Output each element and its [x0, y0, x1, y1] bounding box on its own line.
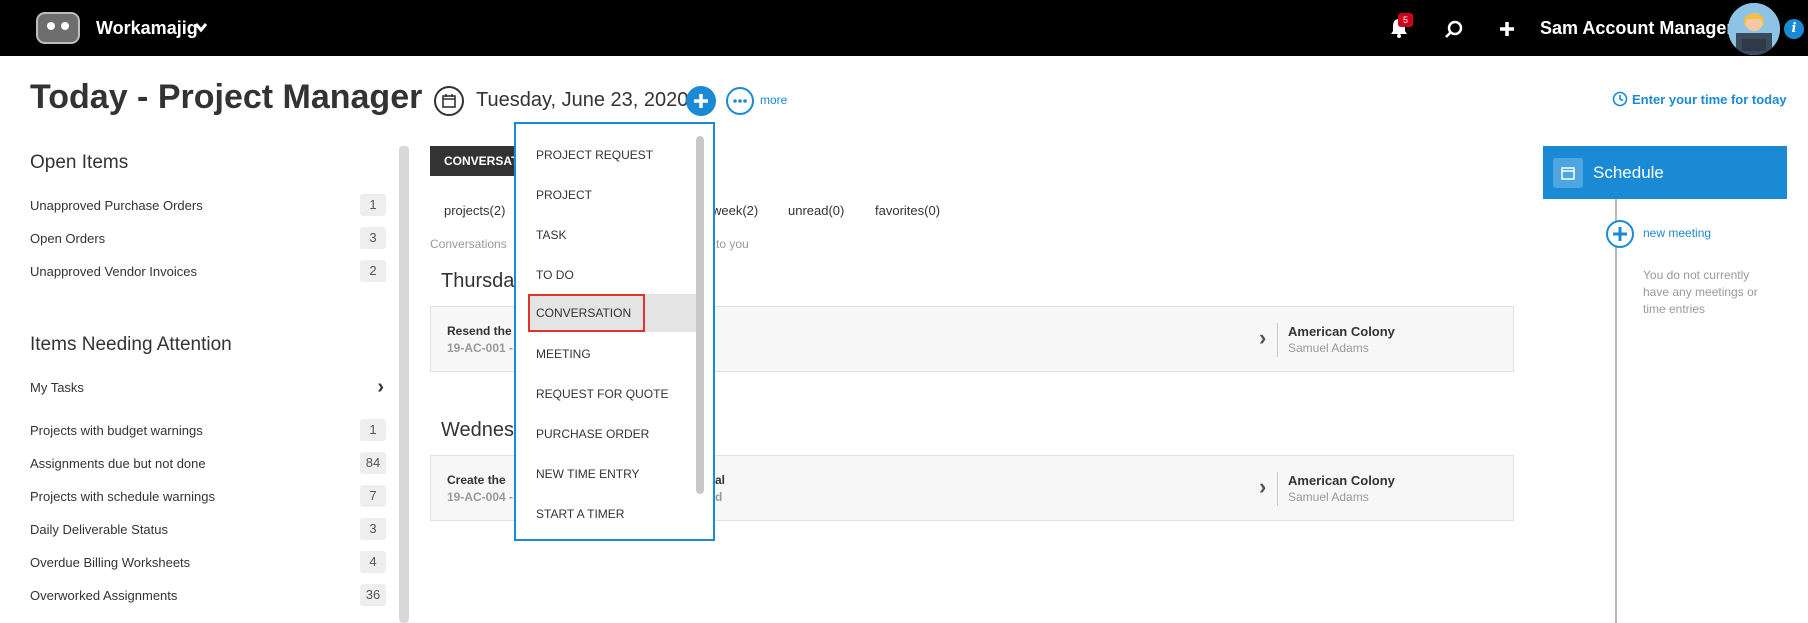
attention-row[interactable]: Overdue Billing Worksheets 4 [30, 551, 386, 573]
count-badge: 3 [360, 227, 386, 249]
open-item-row[interactable]: Unapproved Vendor Invoices 2 [30, 260, 386, 282]
attention-row[interactable]: Daily Deliverable Status 3 [30, 518, 386, 540]
count-badge: 36 [360, 584, 386, 606]
day-heading: Wednesd [441, 419, 526, 441]
user-menu-name[interactable]: Sam Account Manager [1540, 18, 1733, 39]
top-bar: Workamajig 5 Sam Account Manager i [0, 0, 1808, 56]
my-tasks-row[interactable]: My Tasks › [30, 376, 386, 398]
calendar-icon [1553, 158, 1583, 188]
attention-row[interactable]: Projects with budget warnings 1 [30, 419, 386, 441]
notification-badge: 5 [1398, 13, 1413, 27]
menu-item-conversation[interactable]: CONVERSATION [528, 294, 645, 332]
menu-item-meeting[interactable]: MEETING [528, 335, 692, 373]
open-items-heading: Open Items [30, 152, 129, 173]
calendar-icon[interactable] [434, 86, 464, 116]
more-link[interactable]: more [760, 93, 787, 107]
count-badge: 1 [360, 419, 386, 441]
attention-row[interactable]: Overworked Assignments 36 [30, 584, 386, 606]
chevron-down-icon[interactable] [194, 16, 208, 38]
left-panel-scrollbar[interactable] [399, 146, 409, 623]
client-name: American Colony [1288, 473, 1395, 488]
menu-item-new-time-entry[interactable]: NEW TIME ENTRY [528, 455, 692, 493]
more-button[interactable] [726, 87, 754, 115]
count-badge: 1 [360, 194, 386, 216]
plus-icon[interactable] [1496, 18, 1518, 40]
attention-row[interactable]: Assignments due but not done 84 [30, 452, 386, 474]
count-badge: 3 [360, 518, 386, 540]
person-name: Samuel Adams [1288, 341, 1369, 355]
chevron-right-icon: › [377, 376, 384, 398]
menu-scrollbar[interactable] [696, 136, 704, 494]
open-item-row[interactable]: Unapproved Purchase Orders 1 [30, 194, 386, 216]
day-heading: Thursday [441, 270, 525, 292]
chevron-right-icon[interactable]: › [1259, 325, 1266, 351]
filter-projects[interactable]: projects(2) [444, 203, 505, 218]
filter-favorites[interactable]: favorites(0) [875, 203, 940, 218]
schedule-timeline [1615, 199, 1617, 623]
chevron-right-icon[interactable]: › [1259, 474, 1266, 500]
open-item-row[interactable]: Open Orders 3 [30, 227, 386, 249]
schedule-header[interactable]: Schedule [1543, 146, 1787, 199]
avatar[interactable] [1728, 3, 1780, 55]
menu-item-purchase-order[interactable]: PURCHASE ORDER [528, 415, 692, 453]
logo-icon[interactable] [36, 12, 80, 44]
schedule-title: Schedule [1593, 163, 1664, 182]
new-meeting-link[interactable]: new meeting [1643, 226, 1711, 240]
filter-unread[interactable]: unread(0) [788, 203, 844, 218]
conversations-note-end: to you [716, 237, 749, 251]
count-badge: 84 [360, 452, 386, 474]
schedule-empty-text: You do not currently have any meetings o… [1643, 268, 1758, 316]
search-icon[interactable] [1443, 18, 1465, 40]
menu-item-task[interactable]: TASK [528, 216, 692, 254]
attention-heading: Items Needing Attention [30, 334, 232, 355]
app-switcher-label[interactable]: Workamajig [96, 18, 198, 39]
menu-item-project[interactable]: PROJECT [528, 176, 692, 214]
client-name: American Colony [1288, 324, 1395, 339]
clock-icon [1612, 91, 1628, 107]
add-menu-dropdown: PROJECT REQUEST PROJECT TASK TO DO CONVE… [514, 122, 715, 541]
conversations-note: Conversations [430, 237, 507, 251]
info-icon[interactable]: i [1784, 19, 1804, 39]
count-badge: 7 [360, 485, 386, 507]
filter-week[interactable]: week(2) [712, 203, 758, 218]
attention-row[interactable]: Projects with schedule warnings 7 [30, 485, 386, 507]
menu-item-to-do[interactable]: TO DO [528, 256, 692, 294]
date-label[interactable]: Tuesday, June 23, 2020 [476, 89, 688, 112]
count-badge: 4 [360, 551, 386, 573]
menu-item-request-for-quote[interactable]: REQUEST FOR QUOTE [528, 375, 692, 413]
person-name: Samuel Adams [1288, 490, 1369, 504]
page-title: Today - Project Manager [30, 78, 423, 116]
add-meeting-icon[interactable] [1606, 220, 1634, 248]
enter-time-label: Enter your time for today [1632, 92, 1787, 107]
menu-item-project-request[interactable]: PROJECT REQUEST [528, 136, 692, 174]
add-button[interactable] [686, 86, 716, 116]
count-badge: 2 [360, 260, 386, 282]
menu-item-start-a-timer[interactable]: START A TIMER [528, 495, 692, 533]
